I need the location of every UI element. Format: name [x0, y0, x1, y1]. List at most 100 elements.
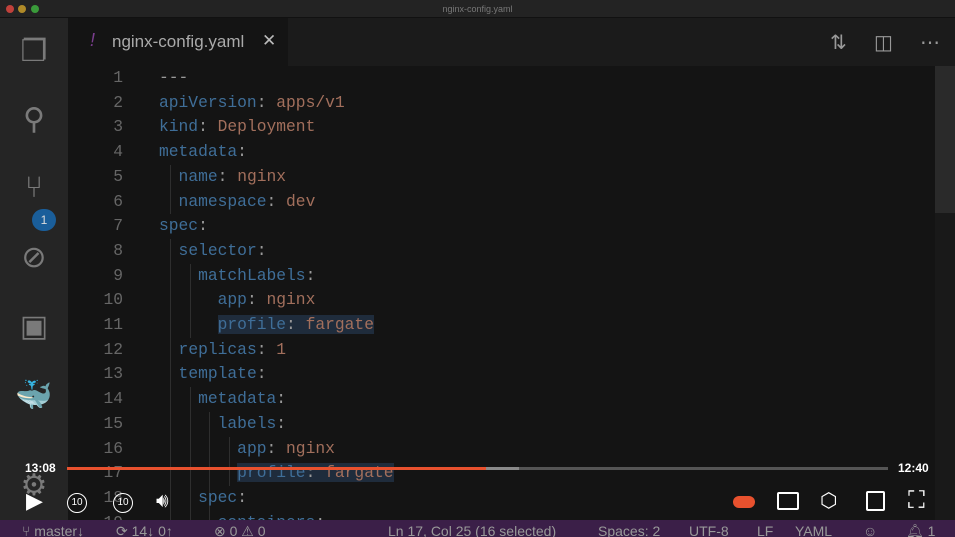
settings-hexagon-icon[interactable]: ⬡	[820, 490, 837, 512]
code-line[interactable]: 18 spec:	[68, 486, 935, 511]
code-token: metadata	[198, 389, 277, 409]
code-line[interactable]: 16 app: nginx	[68, 437, 935, 462]
search-icon[interactable]: ⚲	[14, 100, 54, 140]
activity-bar: ❐ ⚲ ⑂ 1 ⊘ ▣ 🐳 ⚙	[0, 18, 68, 520]
code-token: matchLabels	[198, 265, 306, 285]
code-text: selector:	[159, 239, 267, 264]
play-icon[interactable]: ▶	[26, 490, 43, 512]
branch-indicator[interactable]: ⑂ master↓	[22, 523, 84, 537]
line-number: 7	[113, 216, 123, 236]
notifications-bell[interactable]: 🔔︎ 1	[906, 523, 935, 537]
code-line[interactable]: 13 template:	[68, 362, 935, 387]
code-token: :	[256, 92, 277, 112]
captions-icon[interactable]	[777, 492, 799, 510]
source-control-icon[interactable]: ⑂	[14, 168, 54, 208]
video-progress-bar[interactable]	[67, 467, 888, 470]
code-token: :	[266, 191, 287, 211]
indentation[interactable]: Spaces: 2	[598, 523, 660, 537]
code-line[interactable]: 6 namespace: dev	[68, 190, 935, 215]
code-line[interactable]: 2 apiVersion: apps/v1	[68, 91, 935, 116]
code-line[interactable]: 17 profile: fargate	[68, 461, 935, 486]
code-line[interactable]: 7 spec:	[68, 214, 935, 239]
feedback-smiley-icon[interactable]: ☺	[863, 523, 877, 537]
split-editor-icon[interactable]: ◫	[874, 30, 893, 55]
code-line[interactable]: 10 app: nginx	[68, 288, 935, 313]
skip-forward-button[interactable]: 10	[113, 493, 133, 513]
code-token: :	[198, 117, 218, 137]
code-token: :	[256, 240, 267, 260]
code-token: name	[178, 166, 218, 186]
line-ending[interactable]: LF	[757, 523, 773, 537]
line-number: 13	[103, 364, 123, 384]
code-line[interactable]: 4 metadata:	[68, 140, 935, 165]
language-mode[interactable]: YAML	[795, 523, 832, 537]
scrollbar-thumb[interactable]	[935, 66, 955, 213]
code-token: app	[237, 438, 267, 458]
code-token: spec	[198, 487, 238, 507]
line-number: 11	[103, 315, 123, 334]
problems-indicator[interactable]: ⊗ 0 ⚠ 0	[214, 523, 266, 537]
extensions-icon[interactable]: ▣	[14, 307, 54, 347]
code-token: nginx	[286, 438, 335, 458]
fullscreen-icon[interactable]: ⛶	[908, 489, 925, 513]
cursor-position[interactable]: Ln 17, Col 25 (16 selected)	[388, 523, 556, 537]
code-text: spec:	[159, 486, 247, 511]
code-line[interactable]: 9 matchLabels:	[68, 264, 935, 289]
skip-back-button[interactable]: 10	[67, 493, 87, 513]
code-token: namespace	[178, 191, 267, 211]
code-text: ---	[159, 66, 188, 91]
code-token: nginx	[266, 290, 316, 310]
code-text: metadata:	[159, 387, 286, 412]
code-token: dev	[286, 191, 316, 211]
code-text: matchLabels:	[159, 264, 315, 289]
picture-in-picture-icon[interactable]	[866, 491, 885, 511]
line-number: 1	[113, 68, 123, 87]
code-token: template	[178, 364, 257, 384]
code-text: labels:	[159, 412, 286, 437]
more-actions-icon[interactable]: ⋯	[920, 30, 940, 55]
code-token: :	[276, 389, 287, 409]
explorer-icon[interactable]: ❐	[14, 32, 54, 72]
line-number: 5	[113, 166, 123, 186]
line-number: 9	[113, 265, 123, 285]
encoding[interactable]: UTF-8	[689, 523, 729, 537]
debug-icon[interactable]: ⊘	[14, 238, 54, 278]
code-line[interactable]: 3 kind: Deployment	[68, 115, 935, 140]
code-line[interactable]: 15 labels:	[68, 412, 935, 437]
code-line[interactable]: 5 name: nginx	[68, 165, 935, 190]
sync-indicator[interactable]: ⟳ 14↓ 0↑	[116, 523, 173, 537]
code-line[interactable]: 14 metadata:	[68, 387, 935, 412]
code-token: Deployment	[217, 117, 316, 137]
line-number: 4	[113, 142, 123, 162]
code-token: metadata	[159, 142, 238, 162]
code-line[interactable]: 12 replicas: 1	[68, 338, 935, 363]
autoplay-toggle[interactable]	[733, 496, 755, 508]
close-tab-icon[interactable]: ✕	[262, 31, 276, 51]
tab-nginx-config[interactable]: ! nginx-config.yaml ✕	[68, 18, 288, 66]
line-number: 6	[113, 191, 123, 211]
code-token: :	[198, 216, 208, 236]
code-token: apiVersion	[159, 92, 257, 112]
branch-name: master↓	[34, 523, 85, 537]
code-line[interactable]: 19 containers:	[68, 511, 935, 520]
code-line[interactable]: 1 ---	[68, 66, 935, 91]
code-line[interactable]: 8 selector:	[68, 239, 935, 264]
code-text: app: nginx	[159, 288, 316, 313]
code-token: :	[237, 487, 247, 507]
compare-changes-icon[interactable]: ⇅	[830, 30, 847, 55]
sync-counts: 14↓ 0↑	[131, 523, 173, 537]
status-bar: ⑂ master↓ ⟳ 14↓ 0↑ ⊗ 0 ⚠ 0 Ln 17, Col 25…	[0, 520, 955, 537]
code-line[interactable]: 11 profile: fargate	[68, 313, 935, 338]
notification-count: 1	[927, 523, 936, 537]
skip-forward-label: 10	[117, 497, 129, 508]
code-editor[interactable]: 1 --- 2 apiVersion: apps/v1 3 kind: Deploymen…	[68, 66, 935, 520]
played-bar	[67, 467, 486, 470]
docker-icon[interactable]: 🐳	[14, 376, 54, 416]
volume-icon[interactable]: 🔊︎	[156, 490, 169, 512]
code-token: :	[276, 413, 287, 433]
